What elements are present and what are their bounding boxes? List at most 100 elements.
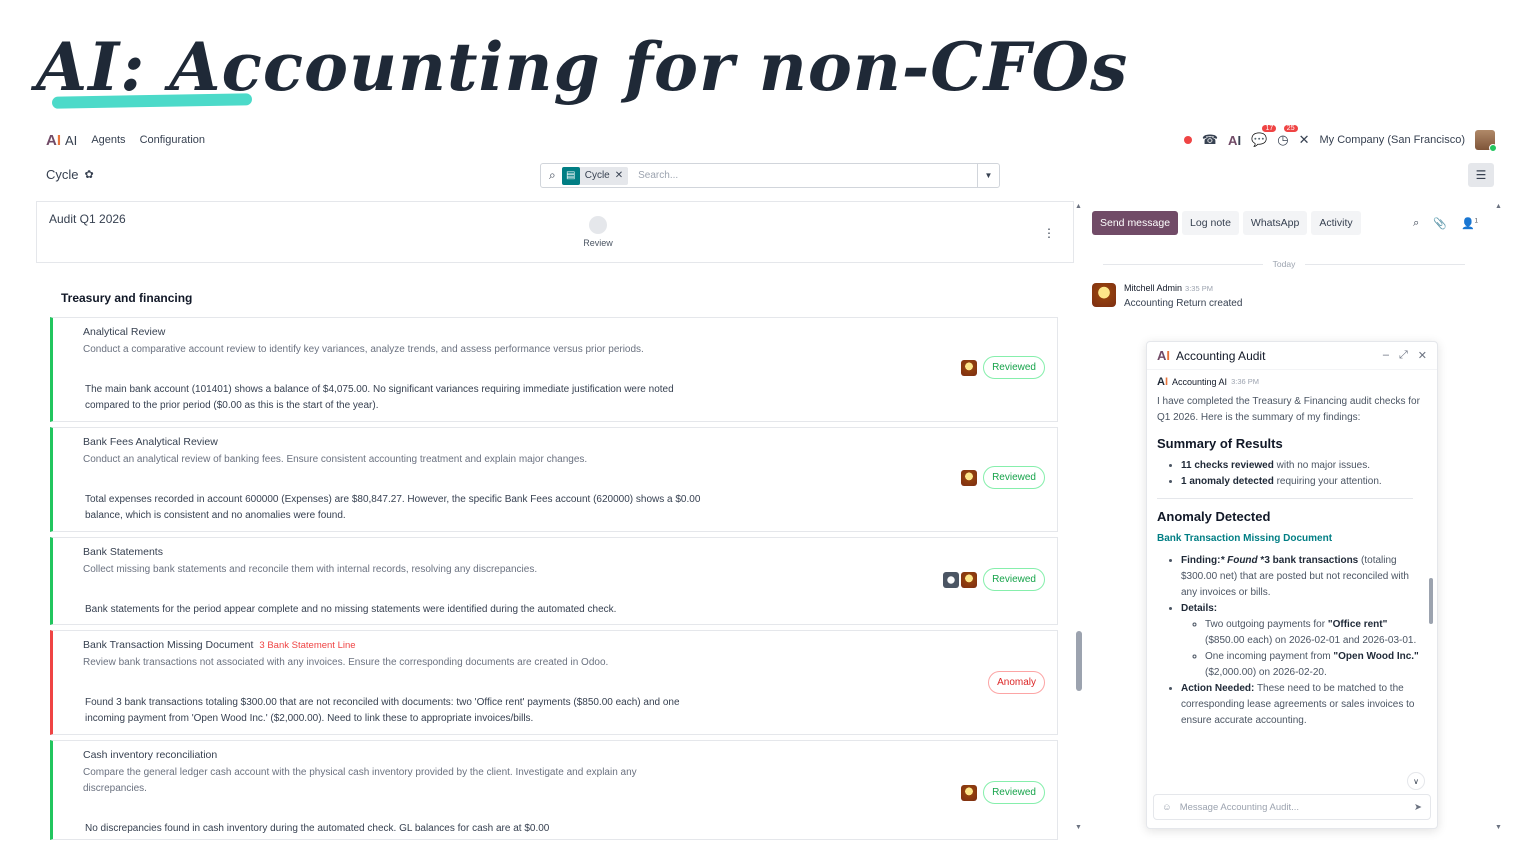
check-result: Total expenses recorded in account 60000… (85, 494, 701, 521)
message-text: Accounting Return created (1124, 298, 1243, 309)
chatter-message: Mitchell Admin 3:35 PM Accounting Return … (1092, 283, 1242, 309)
expand-icon[interactable]: ⤢ (1399, 349, 1408, 362)
chatter-scrollbar[interactable]: ▲ ▼ (1495, 203, 1505, 831)
check-status: Reviewed (961, 781, 1045, 804)
date-separator: Today (1086, 259, 1482, 269)
chatter-tabs: Send message Log note WhatsApp Activity (1092, 211, 1361, 235)
send-icon[interactable]: ➤ (1414, 802, 1422, 813)
check-card-anomaly[interactable]: Bank Transaction Missing Document 3 Bank … (50, 630, 1058, 735)
followers-count: 1 (1474, 218, 1478, 225)
search-facet: ▤ Cycle ✕ (561, 166, 629, 185)
phone-icon[interactable]: ☎ (1202, 132, 1218, 148)
reviewer-avatar[interactable] (961, 571, 978, 588)
chat-scroll-thumb[interactable] (1429, 578, 1433, 624)
check-result: No discrepancies found in cash inventory… (85, 823, 550, 834)
check-description: Compare the general ledger cash account … (83, 767, 637, 794)
reviewer-avatar[interactable] (961, 359, 978, 376)
ai-chat-window: AI Accounting Audit – ⤢ ✕ AI Accounting … (1146, 341, 1438, 829)
chevron-down-icon[interactable]: ▼ (977, 164, 999, 187)
recording-dot-icon[interactable] (1183, 136, 1192, 144)
divider (1157, 498, 1413, 499)
check-result: Bank statements for the period appear co… (85, 604, 617, 615)
tools-icon[interactable]: ✕ (1299, 132, 1310, 148)
ai-logo-icon: AI (46, 131, 62, 149)
scroll-up-icon[interactable]: ▲ (1495, 203, 1502, 210)
status-badge[interactable]: Reviewed (983, 356, 1045, 379)
anomaly-list: Finding:* Found *3 bank transactions (to… (1157, 553, 1425, 729)
message-author: Mitchell Admin 3:35 PM (1124, 283, 1213, 293)
anomaly-link[interactable]: Bank Transaction Missing Document (1157, 531, 1425, 547)
facet-remove-icon[interactable]: ✕ (615, 170, 628, 181)
check-title: Bank Statements (83, 546, 163, 558)
menu-agents[interactable]: Agents (91, 134, 125, 146)
check-card[interactable]: Bank Statements Collect missing bank sta… (50, 537, 1058, 625)
check-title: Cash inventory reconciliation (83, 749, 218, 761)
discuss-badge: 17 (1262, 125, 1277, 132)
company-switcher[interactable]: My Company (San Francisco) (1320, 134, 1466, 146)
search-icon[interactable]: ⌕ (1413, 217, 1419, 230)
finding-item: Finding:* Found *3 bank transactions (to… (1181, 553, 1425, 601)
send-message-button[interactable]: Send message (1092, 211, 1179, 235)
gear-icon[interactable]: ✿ (85, 168, 94, 181)
breadcrumb-cycle[interactable]: Cycle (46, 167, 79, 182)
user-avatar[interactable] (1475, 130, 1497, 152)
reviewer-avatar[interactable] (961, 784, 978, 801)
activity-button[interactable]: Activity (1311, 211, 1361, 235)
scroll-down-icon[interactable]: ▼ (1495, 824, 1502, 831)
minimize-icon[interactable]: – (1383, 349, 1389, 362)
menu-configuration[interactable]: Configuration (140, 134, 205, 146)
message-time: 3:35 PM (1185, 284, 1213, 293)
record-header: Audit Q1 2026 Review ⋮ (36, 201, 1074, 263)
ai-systray-icon[interactable]: AI (1228, 133, 1241, 148)
ai-avatar-icon: AI (1157, 376, 1169, 388)
bot-avatar[interactable] (943, 571, 960, 588)
sliders-icon[interactable]: ☰ (1468, 163, 1494, 187)
check-result: The main bank account (101401) shows a b… (85, 384, 674, 411)
anomaly-heading: Anomaly Detected (1157, 509, 1271, 524)
facet-label: Cycle (584, 170, 610, 181)
title-underline (51, 93, 253, 109)
stage-indicator[interactable]: Review (582, 216, 614, 248)
ai-logo-icon: AI (1157, 348, 1171, 363)
chat-input[interactable]: ☺ Message Accounting Audit... ➤ (1153, 794, 1431, 820)
author-avatar[interactable] (1092, 283, 1116, 307)
check-title: Analytical Review (83, 326, 166, 338)
stage-circle-icon (589, 216, 607, 234)
check-result: Found 3 bank transactions totaling $300.… (85, 697, 680, 724)
whatsapp-button[interactable]: WhatsApp (1242, 211, 1308, 235)
activity-clock-icon[interactable]: ◷ 25 (1277, 125, 1298, 148)
anomaly-badge[interactable]: Anomaly (988, 671, 1045, 694)
reviewer-avatar[interactable] (961, 469, 978, 486)
form-scrollbar[interactable]: ▲ ▼ (1074, 203, 1084, 831)
search-icon[interactable]: ⌕ (549, 168, 556, 183)
detail-item: Two outgoing payments for "Office rent" … (1205, 617, 1425, 649)
section-title: Treasury and financing (61, 291, 193, 305)
close-icon[interactable]: ✕ (1418, 349, 1427, 362)
discuss-icon[interactable]: 💬 17 (1251, 125, 1277, 148)
scroll-up-icon[interactable]: ▲ (1075, 203, 1082, 210)
status-badge[interactable]: Reviewed (983, 466, 1045, 489)
followers-icon[interactable]: 👤1 (1461, 217, 1478, 230)
app-name: AI (65, 132, 78, 148)
breadcrumb: Cycle ✿ (46, 167, 94, 182)
check-status: Reviewed (961, 466, 1045, 489)
check-card[interactable]: Cash inventory reconciliation Compare th… (50, 740, 1058, 840)
check-card[interactable]: Analytical Review Conduct a comparative … (50, 317, 1058, 422)
scroll-thumb[interactable] (1076, 631, 1082, 691)
status-badge[interactable]: Reviewed (983, 568, 1045, 591)
ai-message-header: AI Accounting AI 3:36 PM (1157, 374, 1425, 390)
emoji-icon[interactable]: ☺ (1162, 802, 1172, 813)
related-records-link[interactable]: 3 Bank Statement Line (259, 640, 355, 651)
chat-input-placeholder: Message Accounting Audit... (1179, 801, 1300, 813)
log-note-button[interactable]: Log note (1182, 211, 1239, 235)
status-badge[interactable]: Reviewed (983, 781, 1045, 804)
stage-label: Review (583, 238, 613, 248)
scroll-down-icon[interactable]: ▼ (1075, 824, 1082, 831)
search-input[interactable]: Search... (638, 170, 678, 181)
kebab-menu-icon[interactable]: ⋮ (1043, 226, 1055, 240)
app-logo[interactable]: AI AI (46, 132, 77, 149)
paperclip-icon[interactable]: 📎 (1433, 217, 1447, 230)
check-card[interactable]: Bank Fees Analytical Review Conduct an a… (50, 427, 1058, 532)
chat-window-title: Accounting Audit (1176, 348, 1266, 363)
scroll-to-bottom-icon[interactable]: ∨ (1407, 772, 1425, 790)
